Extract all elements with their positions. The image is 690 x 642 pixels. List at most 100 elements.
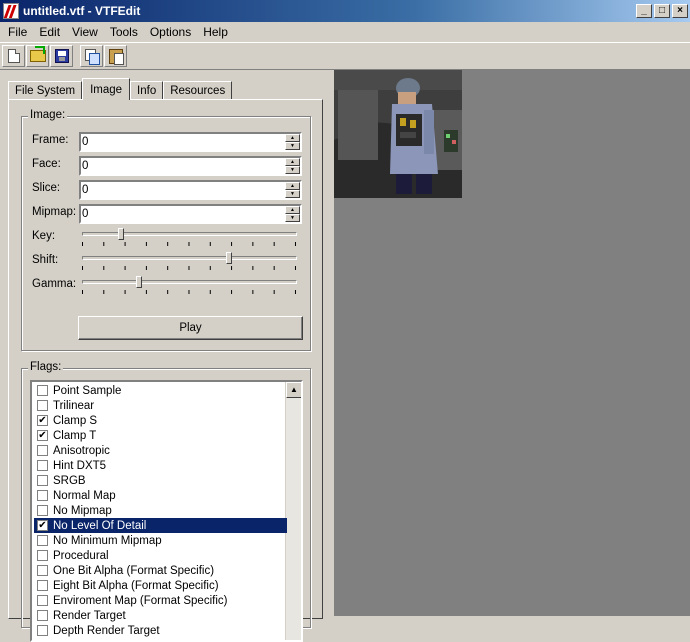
tab-info[interactable]: Info — [130, 81, 164, 100]
flag-item[interactable]: ✔ No Level Of Detail — [34, 518, 287, 533]
minimize-button[interactable]: _ — [636, 4, 652, 18]
shift-slider-thumb[interactable] — [226, 252, 233, 264]
flag-checkbox[interactable] — [37, 535, 48, 546]
face-input[interactable] — [81, 158, 285, 174]
copy-button[interactable] — [80, 45, 103, 67]
preview-area[interactable] — [334, 70, 690, 616]
flag-checkbox[interactable]: ✔ — [37, 415, 48, 426]
key-slider-thumb[interactable] — [117, 228, 124, 240]
shift-slider-ticks — [82, 266, 297, 270]
shift-slider[interactable] — [82, 252, 297, 272]
flag-item[interactable]: Procedural — [34, 548, 287, 563]
face-spinner[interactable]: ▲ ▼ — [79, 156, 302, 176]
gamma-slider-track — [82, 280, 297, 284]
flag-checkbox[interactable] — [37, 460, 48, 471]
frame-up-arrow-icon[interactable]: ▲ — [285, 134, 300, 142]
save-button[interactable] — [50, 45, 73, 67]
menu-file[interactable]: File — [2, 25, 33, 39]
maximize-button[interactable]: □ — [654, 4, 670, 18]
flag-item[interactable]: No Minimum Mipmap — [34, 533, 287, 548]
flag-label: Eight Bit Alpha (Format Specific) — [53, 579, 219, 592]
flag-label: Procedural — [53, 549, 109, 562]
frame-input[interactable] — [81, 134, 285, 150]
flags-group: Flags: ▲ Point Sample Trilinear ✔ Clamp S ✔ C… — [21, 361, 311, 642]
close-button[interactable]: × — [672, 4, 688, 18]
flag-checkbox[interactable] — [37, 625, 48, 636]
flag-checkbox[interactable] — [37, 385, 48, 396]
flag-item[interactable]: Anisotropic — [34, 443, 287, 458]
tab-image[interactable]: Image — [82, 78, 131, 100]
flags-group-label: Flags: — [28, 361, 64, 373]
image-tab-page: Image: Frame: ▲ ▼ Face: ▲ ▼ Slice: — [8, 99, 323, 642]
flag-item[interactable]: One Bit Alpha (Format Specific) — [34, 563, 287, 578]
menu-edit[interactable]: Edit — [33, 25, 66, 39]
title-bar[interactable]: untitled.vtf - VTFEdit _ □ × — [0, 0, 690, 22]
flag-checkbox[interactable] — [37, 505, 48, 516]
flag-item[interactable]: Depth Render Target — [34, 623, 287, 638]
frame-spinner[interactable]: ▲ ▼ — [79, 132, 302, 152]
flag-checkbox[interactable] — [37, 580, 48, 591]
mipmap-spinner[interactable]: ▲ ▼ — [79, 204, 302, 224]
menu-view[interactable]: View — [66, 25, 104, 39]
flag-item[interactable]: Trilinear — [34, 398, 287, 413]
flags-list[interactable]: ▲ Point Sample Trilinear ✔ Clamp S ✔ Clamp T A… — [30, 380, 303, 642]
menu-help[interactable]: Help — [197, 25, 234, 39]
flag-item[interactable]: ✔ Clamp S — [34, 413, 287, 428]
face-label: Face: — [32, 158, 61, 170]
gamma-slider[interactable] — [82, 276, 297, 296]
flag-checkbox[interactable] — [37, 550, 48, 561]
flag-item[interactable]: SRGB — [34, 473, 287, 488]
key-slider-track — [82, 232, 297, 236]
slice-down-arrow-icon[interactable]: ▼ — [285, 190, 300, 198]
flag-label: Anisotropic — [53, 444, 110, 457]
flag-item[interactable]: ✔ Clamp T — [34, 428, 287, 443]
slice-input[interactable] — [81, 182, 285, 198]
flag-label: No Mipmap — [53, 504, 112, 517]
menu-options[interactable]: Options — [144, 25, 197, 39]
flag-checkbox[interactable] — [37, 475, 48, 486]
copy-icon — [84, 49, 100, 65]
tab-strip: File System Image Info Resources — [8, 78, 233, 100]
flag-item[interactable]: Normal Map — [34, 488, 287, 503]
flag-label: Trilinear — [53, 399, 95, 412]
flag-checkbox[interactable] — [37, 595, 48, 606]
vtfedit-app-icon — [3, 3, 19, 19]
gamma-slider-ticks — [82, 290, 297, 294]
key-slider[interactable] — [82, 228, 297, 248]
slice-up-arrow-icon[interactable]: ▲ — [285, 182, 300, 190]
face-down-arrow-icon[interactable]: ▼ — [285, 166, 300, 174]
tab-resources[interactable]: Resources — [163, 81, 233, 100]
gamma-slider-thumb[interactable] — [136, 276, 143, 288]
flag-item[interactable]: Enviroment Map (Format Specific) — [34, 593, 287, 608]
flag-checkbox[interactable] — [37, 565, 48, 576]
tab-file-system[interactable]: File System — [8, 81, 83, 100]
play-button[interactable]: Play — [78, 316, 303, 340]
slice-spinner[interactable]: ▲ ▼ — [79, 180, 302, 200]
flag-checkbox[interactable] — [37, 490, 48, 501]
mipmap-up-arrow-icon[interactable]: ▲ — [285, 206, 300, 214]
flag-checkbox[interactable] — [37, 400, 48, 411]
gamma-label: Gamma: — [32, 278, 77, 290]
flag-checkbox[interactable]: ✔ — [37, 430, 48, 441]
flags-scrollbar[interactable]: ▲ — [285, 382, 301, 640]
toolbar — [0, 42, 690, 70]
mipmap-input[interactable] — [81, 206, 285, 222]
mipmap-down-arrow-icon[interactable]: ▼ — [285, 214, 300, 222]
scroll-up-arrow-icon[interactable]: ▲ — [286, 382, 301, 398]
frame-down-arrow-icon[interactable]: ▼ — [285, 142, 300, 150]
flag-label: Normal Map — [53, 489, 116, 502]
open-button[interactable] — [26, 45, 49, 67]
flag-item[interactable]: Hint DXT5 — [34, 458, 287, 473]
flag-item[interactable]: Point Sample — [34, 383, 287, 398]
flag-checkbox[interactable]: ✔ — [37, 520, 48, 531]
save-icon — [54, 49, 69, 63]
paste-button[interactable] — [104, 45, 127, 67]
face-up-arrow-icon[interactable]: ▲ — [285, 158, 300, 166]
slice-label: Slice: — [32, 182, 61, 194]
new-button[interactable] — [2, 45, 25, 67]
menu-tools[interactable]: Tools — [104, 25, 144, 39]
flag-item[interactable]: Eight Bit Alpha (Format Specific) — [34, 578, 287, 593]
open-folder-icon — [29, 46, 46, 62]
flag-item[interactable]: No Mipmap — [34, 503, 287, 518]
flag-checkbox[interactable] — [37, 445, 48, 456]
